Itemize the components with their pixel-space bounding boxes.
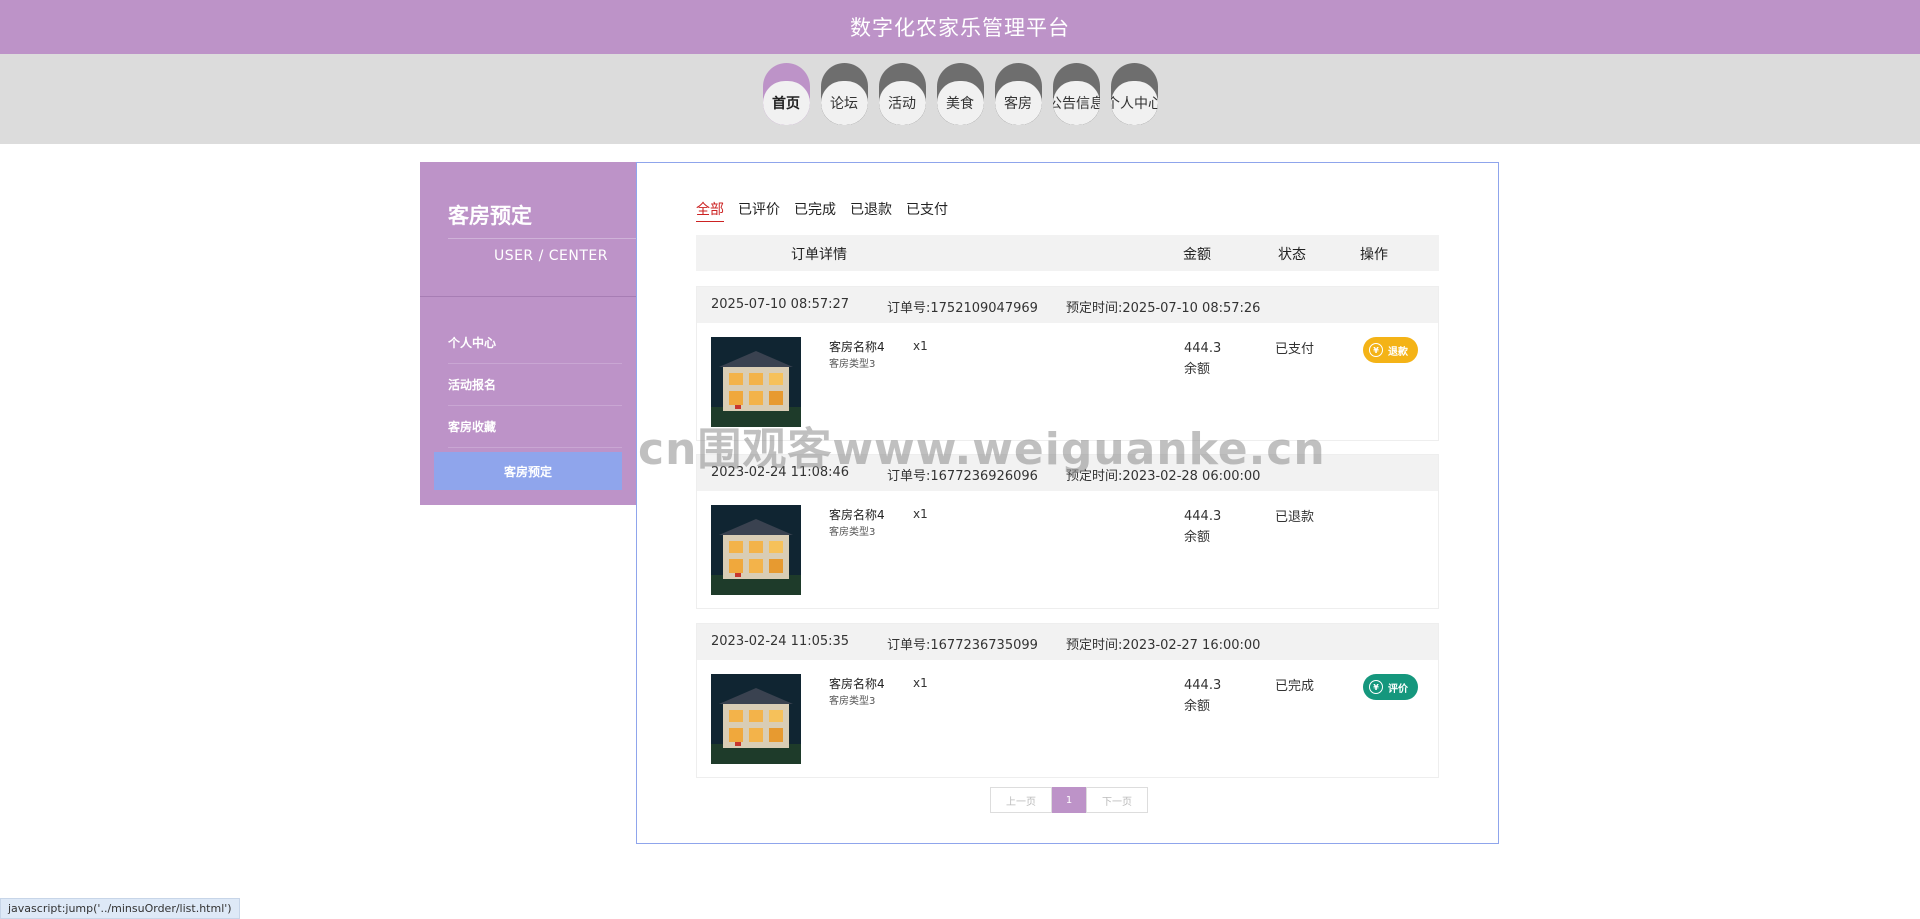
- yen-icon: ¥: [1369, 680, 1383, 694]
- room-thumbnail[interactable]: [711, 505, 801, 595]
- sidebar-item-room-favorites[interactable]: 客房收藏: [448, 406, 622, 448]
- refund-button[interactable]: ¥ 退款: [1363, 337, 1418, 363]
- sidebar-title: 客房预定: [448, 204, 532, 228]
- tab-refunded[interactable]: 已退款: [850, 199, 892, 222]
- yen-icon: ¥: [1369, 343, 1383, 357]
- divider: [448, 238, 636, 239]
- amount-value: 444.3: [1184, 678, 1222, 693]
- main-nav: 首页 论坛 活动 美食 客房 公告信息 个人中心: [0, 63, 1920, 127]
- pay-method: 余额: [1184, 530, 1211, 545]
- tab-paid[interactable]: 已支付: [906, 199, 948, 222]
- pagination: 上一页 1 下一页: [990, 787, 1148, 813]
- nav-label: 美食: [936, 81, 984, 125]
- order-reserve-time: 预定时间:2025-07-10 08:57:26: [1066, 301, 1261, 316]
- app-title: 数字化农家乐管理平台: [850, 16, 1070, 40]
- order-row: 2023-02-24 11:08:46 订单号:1677236926096 预定…: [696, 454, 1439, 609]
- order-quantity: x1: [913, 676, 928, 690]
- nav-item-home[interactable]: 首页: [762, 63, 810, 125]
- tab-rated[interactable]: 已评价: [738, 199, 780, 222]
- order-header: 2025-07-10 08:57:27 订单号:1752109047969 预定…: [697, 287, 1438, 323]
- order-number: 订单号:1677236735099: [887, 638, 1038, 653]
- column-header-detail: 订单详情: [791, 247, 847, 263]
- sidebar-item-user-center[interactable]: 个人中心: [448, 322, 622, 364]
- order-reserve-time: 预定时间:2023-02-27 16:00:00: [1066, 638, 1261, 653]
- table-header: 订单详情 金额 状态 操作: [696, 235, 1439, 271]
- amount-value: 444.3: [1184, 509, 1222, 524]
- browser-status-bar: javascript:jump('../minsuOrder/list.html…: [0, 898, 240, 919]
- tab-completed[interactable]: 已完成: [794, 199, 836, 222]
- page-number-button[interactable]: 1: [1052, 787, 1086, 813]
- room-name: 客房名称4: [829, 340, 885, 354]
- nav-item-activity[interactable]: 活动: [878, 63, 926, 125]
- nav-label: 客房: [994, 81, 1042, 125]
- room-name: 客房名称4: [829, 677, 885, 691]
- order-panel: 全部 已评价 已完成 已退款 已支付 订单详情 金额 状态 操作 2025-07…: [636, 162, 1499, 844]
- order-amount: 444.3 余额: [1184, 506, 1221, 548]
- amount-value: 444.3: [1184, 341, 1222, 356]
- order-amount: 444.3 余额: [1184, 675, 1221, 717]
- sidebar: 客房预定 USER / CENTER 个人中心 活动报名 客房收藏 客房预定: [420, 162, 636, 505]
- column-header-action: 操作: [1360, 247, 1388, 263]
- refund-button-label: 退款: [1388, 346, 1408, 358]
- divider: [420, 296, 636, 297]
- order-status: 已完成: [1275, 679, 1315, 694]
- watermark: cn围观客www.weiguanke.cn: [638, 424, 1326, 475]
- nav-label: 公告信息: [1052, 81, 1100, 125]
- order-amount: 444.3 余额: [1184, 338, 1221, 380]
- order-row: 2023-02-24 11:05:35 订单号:1677236735099 预定…: [696, 623, 1439, 778]
- nav-label: 首页: [762, 81, 810, 125]
- order-created-time: 2025-07-10 08:57:27: [711, 297, 850, 312]
- order-header: 2023-02-24 11:05:35 订单号:1677236735099 预定…: [697, 624, 1438, 660]
- room-type: 客房类型3: [829, 359, 876, 370]
- column-header-status: 状态: [1278, 247, 1306, 263]
- order-quantity: x1: [913, 339, 928, 353]
- nav-label: 活动: [878, 81, 926, 125]
- sidebar-item-activity-signup[interactable]: 活动报名: [448, 364, 622, 406]
- order-tabs: 全部 已评价 已完成 已退款 已支付: [696, 199, 948, 222]
- nav-item-food[interactable]: 美食: [936, 63, 984, 125]
- rate-button[interactable]: ¥ 评价: [1363, 674, 1418, 700]
- pay-method: 余额: [1184, 699, 1211, 714]
- order-status: 已退款: [1275, 510, 1315, 525]
- next-page-button[interactable]: 下一页: [1086, 787, 1148, 813]
- nav-item-room[interactable]: 客房: [994, 63, 1042, 125]
- sidebar-subtitle: USER / CENTER: [493, 248, 608, 264]
- order-number: 订单号:1752109047969: [887, 301, 1038, 316]
- order-created-time: 2023-02-24 11:05:35: [711, 634, 850, 649]
- rate-button-label: 评价: [1388, 683, 1408, 695]
- sidebar-menu: 个人中心 活动报名 客房收藏 客房预定: [420, 322, 636, 490]
- prev-page-button[interactable]: 上一页: [990, 787, 1052, 813]
- order-status: 已支付: [1275, 342, 1315, 357]
- room-thumbnail[interactable]: [711, 674, 801, 764]
- nav-label: 个人中心: [1110, 81, 1158, 125]
- nav-label: 论坛: [820, 81, 868, 125]
- order-quantity: x1: [913, 507, 928, 521]
- tab-all[interactable]: 全部: [696, 199, 724, 222]
- room-name: 客房名称4: [829, 508, 885, 522]
- app-header: 数字化农家乐管理平台: [0, 0, 1920, 54]
- sidebar-item-room-booking[interactable]: 客房预定: [434, 452, 622, 490]
- column-header-amount: 金额: [1183, 247, 1211, 263]
- nav-item-user-center[interactable]: 个人中心: [1110, 63, 1158, 125]
- room-type: 客房类型3: [829, 696, 876, 707]
- pay-method: 余额: [1184, 362, 1211, 377]
- room-type: 客房类型3: [829, 527, 876, 538]
- nav-item-forum[interactable]: 论坛: [820, 63, 868, 125]
- nav-item-notice[interactable]: 公告信息: [1052, 63, 1100, 125]
